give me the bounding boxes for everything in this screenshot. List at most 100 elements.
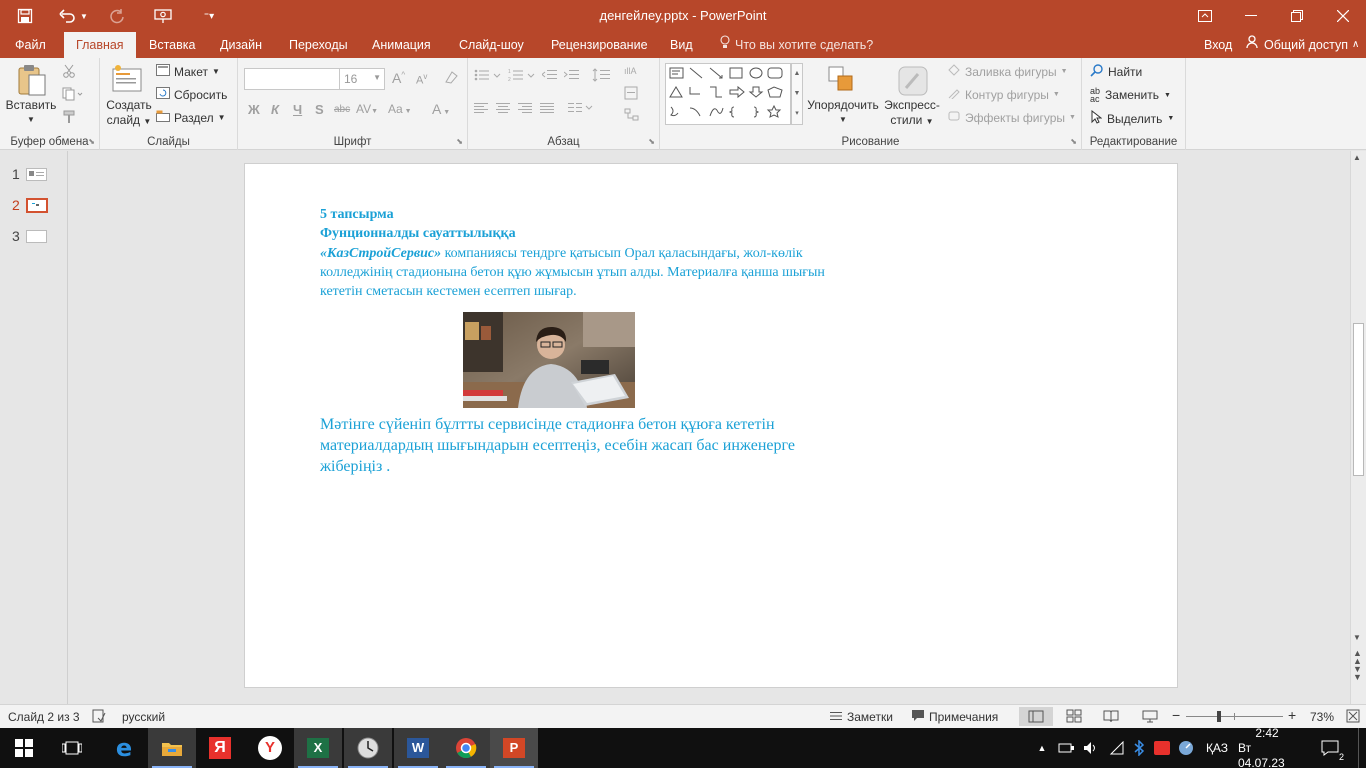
- new-slide-label-2[interactable]: слайд ▼: [103, 113, 155, 129]
- task-paragraph[interactable]: «КазСтройСервис» компаниясы тендрге қаты…: [320, 244, 960, 301]
- power-plug-icon[interactable]: [1056, 728, 1078, 768]
- yandex-browser-icon[interactable]: Y: [246, 728, 294, 768]
- quick-styles-label[interactable]: Экспресс-: [880, 98, 944, 113]
- align-right-icon[interactable]: [518, 102, 534, 117]
- shape-fill-button[interactable]: Заливка фигуры ▼: [947, 64, 1068, 79]
- new-slide-icon[interactable]: [112, 64, 142, 97]
- zoom-slider-thumb[interactable]: [1217, 711, 1221, 722]
- shape-outline-button[interactable]: Контур фигуры ▼: [947, 87, 1060, 102]
- paste-label[interactable]: Вставить: [4, 98, 58, 113]
- windows-start-icon[interactable]: [0, 728, 48, 768]
- clock[interactable]: 2:42 Вт 04.07.23: [1238, 726, 1296, 768]
- cut-icon[interactable]: [62, 64, 76, 81]
- speedometer-icon[interactable]: [1176, 728, 1196, 768]
- shapes-gallery[interactable]: [665, 63, 791, 125]
- ribbon-display-options-icon[interactable]: [1182, 0, 1228, 32]
- replace-button[interactable]: ab ac Заменить ▼: [1090, 87, 1171, 104]
- bold-button[interactable]: Ж: [248, 102, 260, 117]
- change-case-button[interactable]: Aa ▼: [388, 102, 412, 116]
- spelling-check-icon[interactable]: [92, 709, 106, 726]
- save-icon[interactable]: [10, 0, 40, 32]
- tell-me-box[interactable]: Что вы хотите сделать?: [720, 32, 873, 58]
- zoom-out-icon[interactable]: −: [1172, 707, 1180, 723]
- line-spacing-icon[interactable]: [592, 67, 616, 86]
- task-view-icon[interactable]: [48, 728, 96, 768]
- new-slide-label[interactable]: Создать: [103, 98, 155, 113]
- strikethrough-button[interactable]: abc: [334, 104, 350, 115]
- excel-icon[interactable]: X: [294, 728, 342, 768]
- align-center-icon[interactable]: [496, 102, 512, 117]
- tab-review[interactable]: Рецензирование: [539, 32, 660, 58]
- scroll-up-icon[interactable]: ▲: [1353, 153, 1361, 162]
- zoom-in-icon[interactable]: +: [1288, 707, 1296, 723]
- find-button[interactable]: Найти: [1090, 64, 1142, 80]
- drawing-launcher-icon[interactable]: ⬊: [1070, 137, 1077, 146]
- clock-app-icon[interactable]: [344, 728, 392, 768]
- normal-view-icon[interactable]: [1019, 707, 1053, 726]
- collapse-ribbon-icon[interactable]: ∧: [1352, 32, 1359, 58]
- clipboard-launcher-icon[interactable]: ⬊: [88, 137, 95, 146]
- chrome-icon[interactable]: [442, 728, 490, 768]
- present-from-beginning-icon[interactable]: [148, 0, 178, 32]
- sign-in-link[interactable]: Вход: [1204, 32, 1232, 58]
- slide-thumbnail-2[interactable]: [26, 198, 48, 213]
- vertical-scrollbar[interactable]: ▲ ▼ ▲ ▲ ▼ ▼: [1350, 151, 1366, 704]
- show-desktop-button[interactable]: [1358, 728, 1366, 768]
- font-size-field[interactable]: 16 ▼: [339, 68, 385, 90]
- arrange-dropdown-icon[interactable]: ▼: [806, 112, 880, 127]
- minimize-icon[interactable]: [1228, 0, 1274, 32]
- section-button[interactable]: Раздел ▼: [156, 110, 226, 125]
- customize-toolbar-icon[interactable]: ⁼▾: [194, 0, 224, 32]
- select-button[interactable]: Выделить ▼: [1090, 109, 1174, 127]
- tab-transitions[interactable]: Переходы: [277, 32, 360, 58]
- slide-thumbnail-1[interactable]: [26, 168, 47, 181]
- numbering-icon[interactable]: 12: [508, 68, 538, 85]
- shrink-font-button[interactable]: Av: [416, 72, 427, 87]
- student-laptop-photo[interactable]: [463, 312, 635, 408]
- scroll-down-icon[interactable]: ▼: [1353, 633, 1361, 642]
- yandex-search-icon[interactable]: Я: [196, 728, 244, 768]
- close-icon[interactable]: [1320, 0, 1366, 32]
- notes-button[interactable]: Заметки: [830, 710, 893, 724]
- zoom-slider[interactable]: [1186, 711, 1283, 722]
- quick-styles-label-2[interactable]: стили ▼: [880, 113, 944, 129]
- screen-recorder-icon[interactable]: [1152, 728, 1172, 768]
- align-left-icon[interactable]: [474, 102, 490, 117]
- comments-button[interactable]: Примечания: [912, 710, 998, 724]
- clear-formatting-icon[interactable]: [444, 70, 460, 87]
- font-launcher-icon[interactable]: ⬊: [456, 137, 463, 146]
- font-color-button[interactable]: A ▼: [432, 101, 450, 117]
- bluetooth-icon[interactable]: [1130, 728, 1148, 768]
- slide-subtitle[interactable]: Фунционналды сауаттылыққа: [320, 226, 516, 242]
- shapes-gallery-scroll[interactable]: ▲ ▼ ▾: [791, 63, 803, 125]
- language-indicator[interactable]: русский: [122, 710, 165, 724]
- wifi-icon[interactable]: [1106, 728, 1128, 768]
- increase-indent-icon[interactable]: [563, 68, 580, 85]
- italic-button[interactable]: К: [271, 102, 279, 117]
- tab-view[interactable]: Вид: [658, 32, 705, 58]
- fit-to-window-icon[interactable]: [1346, 709, 1360, 726]
- shape-effects-button[interactable]: Эффекты фигуры ▼: [947, 110, 1076, 125]
- reading-view-icon[interactable]: [1103, 709, 1119, 726]
- char-spacing-button[interactable]: AV▼: [356, 102, 378, 116]
- tab-slideshow[interactable]: Слайд-шоу: [447, 32, 536, 58]
- show-hidden-icons-icon[interactable]: ▲: [1034, 728, 1050, 768]
- file-explorer-icon[interactable]: [148, 728, 196, 768]
- bullets-icon[interactable]: [474, 68, 504, 85]
- redo-icon[interactable]: [102, 0, 132, 32]
- word-icon[interactable]: W: [394, 728, 442, 768]
- tab-home[interactable]: Главная: [64, 32, 136, 59]
- format-painter-icon[interactable]: [62, 110, 76, 127]
- undo-dropdown-icon[interactable]: ▼: [76, 0, 92, 32]
- arrange-icon[interactable]: [828, 66, 856, 97]
- paste-icon[interactable]: [16, 64, 48, 101]
- next-slide-icon[interactable]: ▼ ▼: [1353, 665, 1362, 682]
- powerpoint-icon[interactable]: P: [490, 728, 538, 768]
- shadow-button[interactable]: S: [315, 102, 324, 117]
- align-text-icon[interactable]: [624, 86, 646, 103]
- smartart-icon[interactable]: [624, 108, 646, 125]
- volume-icon[interactable]: [1080, 728, 1102, 768]
- scrollbar-thumb[interactable]: [1353, 323, 1364, 476]
- columns-icon[interactable]: [568, 102, 596, 117]
- slideshow-view-icon[interactable]: [1142, 709, 1158, 726]
